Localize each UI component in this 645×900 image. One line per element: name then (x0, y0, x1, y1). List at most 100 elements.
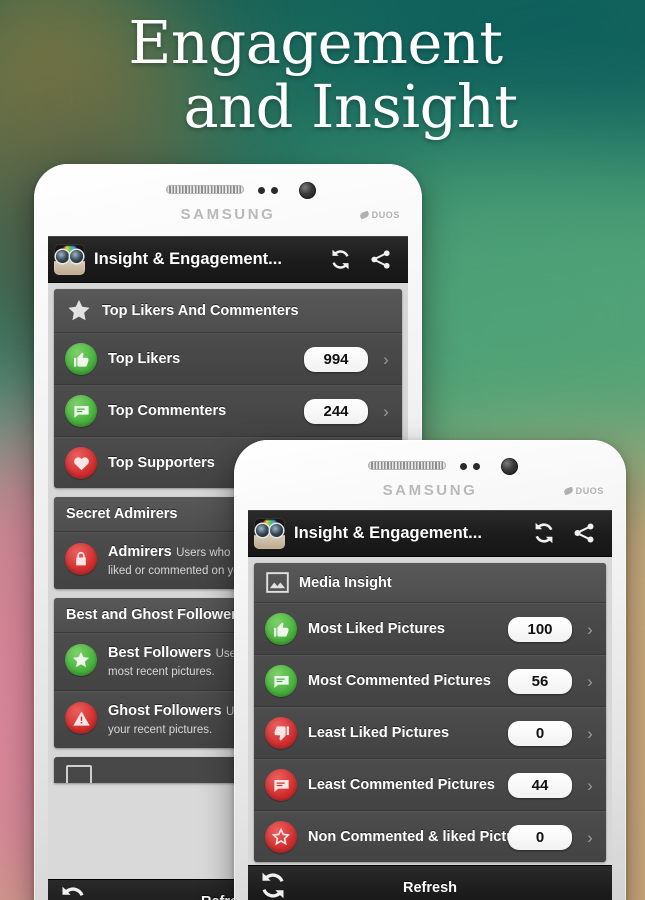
list-item-title: Admirers (108, 544, 172, 560)
chevron-right-icon: › (383, 349, 389, 369)
group-media-insight: Media Insight Most Liked Pictures 100 › (254, 563, 606, 862)
phone-bezel-top-front: SAMSUNG DUOS (234, 440, 626, 510)
list-item[interactable]: Most Liked Pictures 100 › (254, 603, 606, 655)
share-button-front[interactable] (564, 510, 604, 556)
list-item[interactable]: Most Commented Pictures 56 › (254, 655, 606, 707)
front-camera (299, 182, 316, 199)
device-variant-label: DUOS (562, 486, 604, 496)
refresh-icon (258, 871, 288, 900)
refresh-icon (535, 522, 553, 544)
light-sensor (271, 187, 278, 194)
comment-icon (265, 665, 297, 697)
section-title: Secret Admirers (66, 506, 178, 522)
list-item-title: Most Liked Pictures (308, 621, 445, 637)
content-list-front: Media Insight Most Liked Pictures 100 › (248, 557, 612, 862)
chevron-right-icon: › (383, 401, 389, 421)
list-item-text: Most Commented Pictures (308, 672, 497, 690)
phone-bezel-top-back: SAMSUNG DUOS (34, 164, 422, 236)
list-item-title: Best Followers (108, 645, 212, 661)
list-item-text: Most Liked Pictures (308, 620, 497, 638)
app-title-back: Insight & Engagement... (94, 249, 282, 268)
count-badge: 994 (304, 346, 368, 372)
light-sensor (473, 463, 480, 470)
share-icon (574, 523, 594, 543)
thumbs-down-icon (265, 717, 297, 749)
comment-icon (65, 395, 97, 427)
front-camera (501, 458, 518, 475)
duos-leaf-icon (358, 210, 370, 220)
proximity-sensor (258, 187, 265, 194)
phone-device-front: SAMSUNG DUOS Insight & Engagement... Med… (234, 440, 626, 900)
list-item-text: Least Liked Pictures (308, 724, 497, 742)
refresh-button-back[interactable] (320, 236, 360, 282)
count-badge: 0 (508, 824, 572, 850)
chevron-right-icon: › (587, 619, 593, 639)
list-item-title: Ghost Followers (108, 703, 222, 719)
warning-icon (65, 702, 97, 734)
list-item[interactable]: Non Commented & liked Pictures 0 › (254, 811, 606, 862)
action-bar-front: Insight & Engagement... (248, 510, 612, 557)
section-header: Top Likers And Commenters (54, 289, 402, 333)
list-item-title: Top Commenters (108, 403, 227, 419)
section-title: Media Insight (299, 574, 392, 591)
star-icon (68, 299, 90, 321)
list-item-text: Least Commented Pictures (308, 776, 497, 794)
earpiece-speaker (368, 461, 446, 470)
count-badge: 244 (304, 398, 368, 424)
share-icon (370, 249, 390, 269)
refresh-icon (331, 249, 349, 269)
duos-leaf-icon (562, 486, 574, 496)
binoculars-app-icon (254, 517, 285, 549)
share-button-back[interactable] (360, 236, 400, 282)
thumbs-up-icon (265, 613, 297, 645)
chevron-right-icon: › (587, 671, 593, 691)
phone-screen-front: Insight & Engagement... Media Insight Mo… (248, 510, 612, 900)
chevron-right-icon: › (587, 827, 593, 847)
count-badge: 100 (508, 616, 572, 642)
list-item-title: Most Commented Pictures (308, 673, 491, 689)
list-item[interactable]: Top Likers 994 › (54, 333, 402, 385)
list-item-title: Least Commented Pictures (308, 777, 495, 793)
app-title-front: Insight & Engagement... (294, 523, 482, 542)
count-badge: 0 (508, 720, 572, 746)
picture-icon (66, 765, 92, 783)
refresh-button-front[interactable] (524, 510, 564, 556)
list-item[interactable]: Least Commented Pictures 44 › (254, 759, 606, 811)
duos-text: DUOS (371, 210, 400, 220)
lens-left-icon (256, 523, 269, 537)
refresh-icon (58, 885, 88, 900)
section-header: Media Insight (254, 563, 606, 603)
picture-icon (266, 572, 289, 593)
device-variant-label: DUOS (358, 210, 400, 220)
list-item[interactable]: Least Liked Pictures 0 › (254, 707, 606, 759)
lock-icon (65, 543, 97, 575)
earpiece-speaker (166, 185, 244, 194)
list-item-title: Least Liked Pictures (308, 725, 450, 741)
count-badge: 44 (508, 772, 572, 798)
heart-icon (65, 447, 97, 479)
star-outline-icon (265, 821, 297, 853)
lens-right-icon (70, 249, 83, 263)
list-item-title: Top Supporters (108, 455, 215, 471)
proximity-sensor (460, 463, 467, 470)
lens-right-icon (270, 523, 283, 537)
list-item-text: Top Commenters (108, 402, 293, 420)
list-item-text: Non Commented & liked Pictures (308, 828, 537, 846)
section-title: Top Likers And Commenters (102, 302, 299, 319)
star-badge-icon (65, 644, 97, 676)
list-item-text: Top Likers (108, 350, 293, 368)
binoculars-app-icon (54, 243, 85, 275)
chevron-right-icon: › (587, 723, 593, 743)
action-bar-back: Insight & Engagement... (48, 236, 408, 283)
lens-left-icon (56, 249, 69, 263)
list-item-title: Non Commented & liked Pictures (308, 829, 537, 845)
chevron-right-icon: › (587, 775, 593, 795)
thumbs-up-icon (65, 343, 97, 375)
refresh-bar-front[interactable]: Refresh (248, 865, 612, 900)
promo-screenshot: Engagement and Insight SAMSUNG DUOS Insi… (0, 0, 645, 900)
duos-text: DUOS (575, 486, 604, 496)
count-badge: 56 (508, 668, 572, 694)
section-title: Best and Ghost Followers (66, 607, 245, 623)
list-item[interactable]: Top Commenters 244 › (54, 385, 402, 437)
comment-icon (265, 769, 297, 801)
